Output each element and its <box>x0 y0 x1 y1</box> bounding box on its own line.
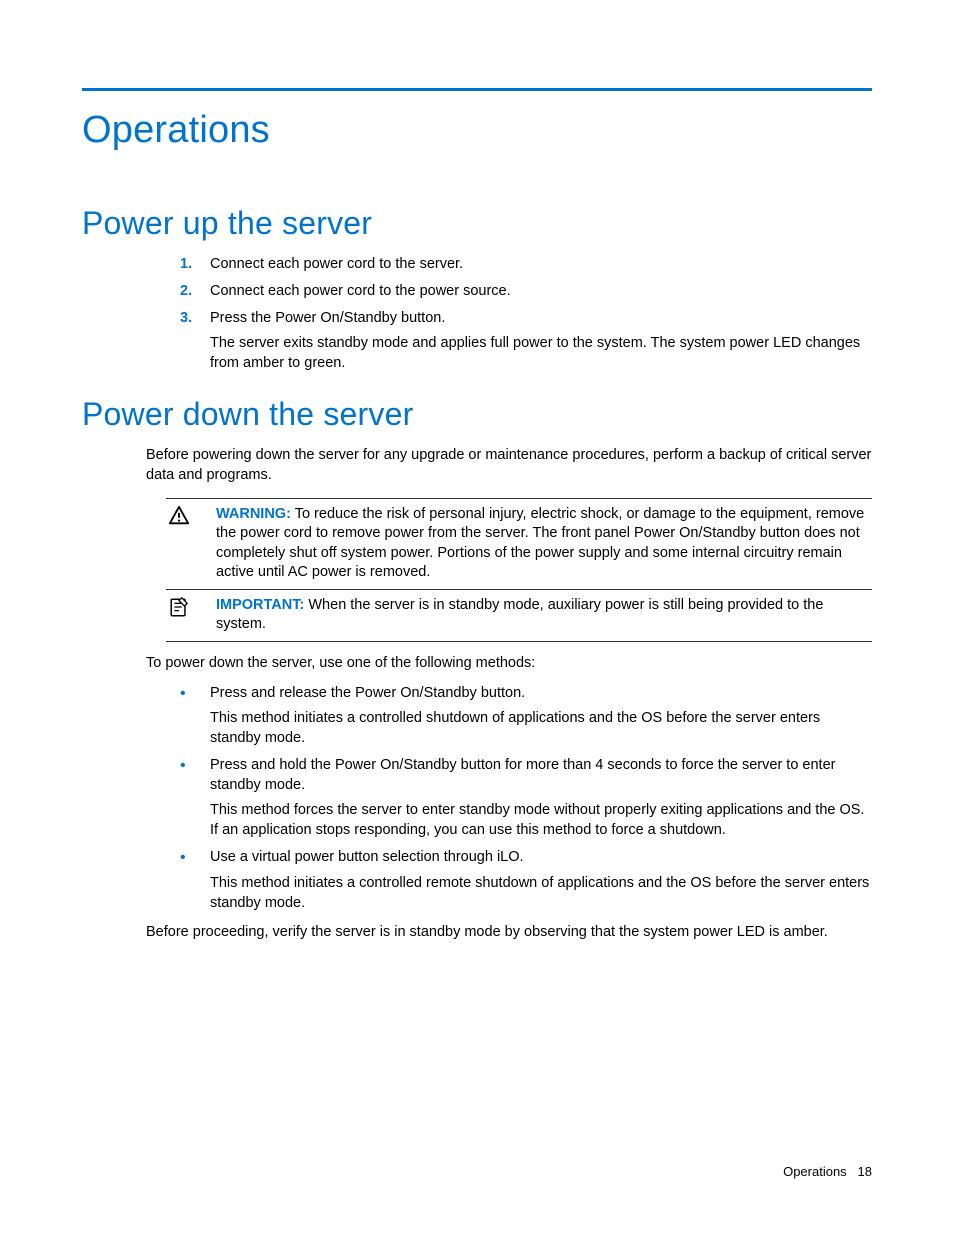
power-down-intro: Before powering down the server for any … <box>146 446 872 485</box>
footer-section: Operations <box>783 1164 847 1179</box>
step-extra: The server exits standby mode and applie… <box>210 334 872 373</box>
page-footer: Operations 18 <box>783 1163 872 1181</box>
step-body: Press the Power On/Standby button. The s… <box>210 309 872 374</box>
top-rule <box>82 88 872 91</box>
section-power-up-title: Power up the server <box>82 202 872 245</box>
bullet-icon: • <box>180 684 210 749</box>
method-secondary: This method initiates a controlled shutd… <box>210 709 872 748</box>
power-down-methods: • Press and release the Power On/Standby… <box>180 684 872 914</box>
warning-callout: WARNING: To reduce the risk of personal … <box>166 498 872 590</box>
important-label: IMPORTANT: <box>216 597 304 613</box>
method-body: Press and hold the Power On/Standby butt… <box>210 756 872 840</box>
important-callout: IMPORTANT: When the server is in standby… <box>166 590 872 642</box>
method-primary: Press and hold the Power On/Standby butt… <box>210 757 835 793</box>
important-text: When the server is in standby mode, auxi… <box>216 597 823 633</box>
method-body: Press and release the Power On/Standby b… <box>210 684 872 749</box>
step-1: 1. Connect each power cord to the server… <box>180 255 872 275</box>
bullet-icon: • <box>180 756 210 840</box>
power-up-steps: 1. Connect each power cord to the server… <box>180 255 872 373</box>
warning-text: To reduce the risk of personal injury, e… <box>216 506 864 581</box>
step-2: 2. Connect each power cord to the power … <box>180 282 872 302</box>
section-power-up-body: 1. Connect each power cord to the server… <box>82 255 872 373</box>
warning-text-block: WARNING: To reduce the risk of personal … <box>216 505 872 583</box>
warning-label: WARNING: <box>216 506 291 522</box>
method-1: • Press and release the Power On/Standby… <box>180 684 872 749</box>
step-number: 2. <box>180 282 210 302</box>
warning-icon <box>166 505 216 527</box>
method-secondary: This method forces the server to enter s… <box>210 801 872 840</box>
method-body: Use a virtual power button selection thr… <box>210 848 872 913</box>
section-power-down-body: Before powering down the server for any … <box>82 446 872 942</box>
step-text: Press the Power On/Standby button. <box>210 310 445 326</box>
method-secondary: This method initiates a controlled remot… <box>210 874 872 913</box>
document-page: Operations Power up the server 1. Connec… <box>0 0 954 1235</box>
chapter-title: Operations <box>82 105 872 156</box>
method-primary: Use a virtual power button selection thr… <box>210 849 524 865</box>
method-3: • Use a virtual power button selection t… <box>180 848 872 913</box>
step-text: Connect each power cord to the server. <box>210 255 872 275</box>
step-text: Connect each power cord to the power sou… <box>210 282 872 302</box>
step-3: 3. Press the Power On/Standby button. Th… <box>180 309 872 374</box>
footer-page: 18 <box>858 1164 872 1179</box>
step-number: 1. <box>180 255 210 275</box>
step-number: 3. <box>180 309 210 374</box>
section-power-down-title: Power down the server <box>82 393 872 436</box>
power-down-closing: Before proceeding, verify the server is … <box>146 923 872 943</box>
bullet-icon: • <box>180 848 210 913</box>
important-text-block: IMPORTANT: When the server is in standby… <box>216 596 872 635</box>
methods-intro: To power down the server, use one of the… <box>146 654 872 674</box>
callout-group: WARNING: To reduce the risk of personal … <box>166 498 872 642</box>
method-2: • Press and hold the Power On/Standby bu… <box>180 756 872 840</box>
note-icon <box>166 596 216 618</box>
method-primary: Press and release the Power On/Standby b… <box>210 685 525 701</box>
